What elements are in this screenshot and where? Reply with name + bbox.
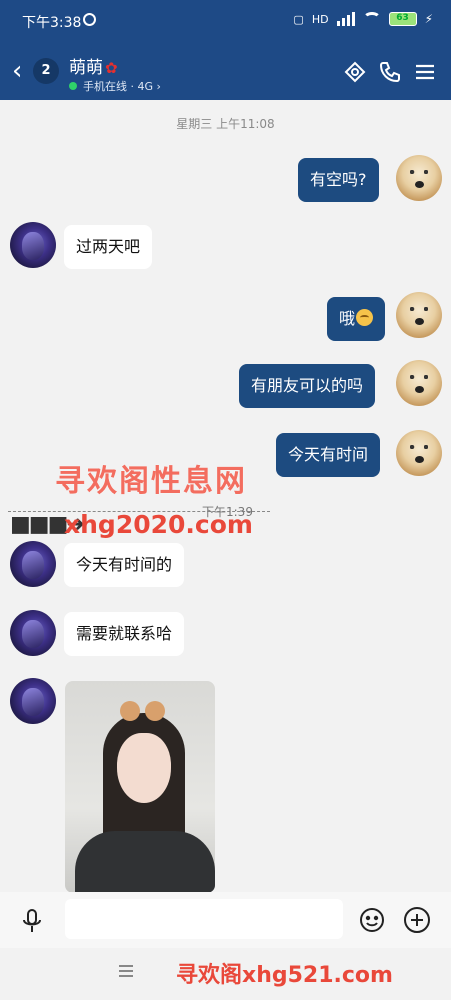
contact-name-text: 萌萌 (69, 58, 103, 78)
timestamp: 星期三 上午11:08 (176, 117, 275, 131)
my-avatar[interactable] (396, 292, 442, 338)
contact-avatar[interactable] (10, 541, 56, 587)
contact-name[interactable]: 萌萌 ✿ (69, 53, 118, 78)
message-bubble-incoming[interactable]: 今天有时间的 (64, 543, 185, 587)
network-label: HD (311, 12, 329, 26)
battery-icon: 63 (388, 12, 417, 26)
charging-icon: ⚡ (424, 12, 433, 26)
message-bubble-incoming[interactable]: 需要就联系哈 (64, 612, 185, 656)
contact-avatar[interactable] (10, 222, 56, 268)
message-bubble-outgoing[interactable]: 有空吗? (298, 158, 379, 202)
app-header: 下午3:38 ▢ HD 63 ⚡ ‹ 2 萌萌 ✿ 手机在线 · 4G › (0, 0, 451, 100)
photo-shirt (75, 831, 215, 893)
back-icon[interactable]: ‹ (12, 58, 22, 84)
wifi-icon (362, 12, 381, 26)
online-status[interactable]: 手机在线 · 4G › (69, 78, 161, 94)
message-bubble-outgoing[interactable]: 今天有时间 (276, 433, 381, 477)
status-icons: ▢ HD 63 ⚡ (293, 12, 433, 26)
alarm-icon (83, 13, 96, 26)
message-text: 哦 (339, 309, 356, 328)
nav-menu-icon[interactable] (117, 962, 135, 980)
status-bar: 下午3:38 ▢ HD 63 ⚡ (0, 0, 451, 42)
home-icon[interactable] (343, 60, 367, 84)
eye-roll-emoji-icon (356, 309, 374, 326)
watermark-bottom: 寻欢阁xhg521.com (176, 963, 393, 988)
contact-avatar[interactable] (10, 610, 56, 656)
add-icon[interactable] (403, 906, 431, 934)
watermark-text: 寻欢阁性息网 (55, 464, 247, 499)
my-avatar[interactable] (396, 155, 442, 201)
bear-sticker-icon (120, 701, 140, 721)
photo-message[interactable] (65, 681, 215, 893)
message-input[interactable] (65, 899, 343, 939)
photo-face (117, 733, 171, 803)
online-status-text: 手机在线 · 4G (83, 80, 154, 93)
bear-sticker-icon (145, 701, 165, 721)
menu-icon[interactable] (413, 60, 437, 84)
message-bubble-outgoing[interactable]: 哦 (327, 297, 386, 341)
online-dot-icon (69, 82, 77, 90)
phone-icon[interactable] (378, 60, 402, 84)
unread-badge[interactable]: 2 (33, 58, 59, 84)
signal-icon (336, 12, 355, 26)
screen-cast-icon: ▢ (293, 12, 304, 26)
message-bubble-incoming[interactable]: 过两天吧 (64, 225, 153, 269)
my-avatar[interactable] (396, 360, 442, 406)
emoji-icon[interactable] (359, 907, 385, 933)
contact-avatar[interactable] (10, 678, 56, 724)
status-time: 下午3:38 (22, 15, 82, 31)
microphone-icon[interactable] (20, 908, 44, 934)
watermark-url: xhg2020.com (64, 510, 253, 539)
message-bubble-outgoing[interactable]: 有朋友可以的吗 (239, 364, 376, 408)
rose-icon: ✿ (105, 59, 118, 77)
my-avatar[interactable] (396, 430, 442, 476)
